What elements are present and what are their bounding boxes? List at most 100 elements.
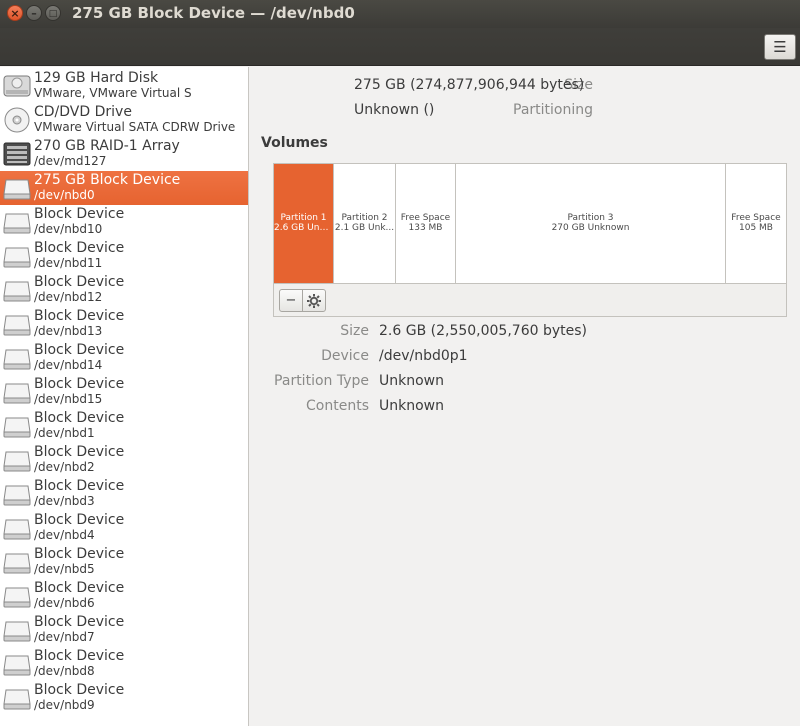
gear-icon xyxy=(307,294,321,308)
sidebar-device-item[interactable]: Block Device/dev/nbd9 xyxy=(0,681,248,715)
partition-device-value: /dev/nbd0p1 xyxy=(379,348,468,364)
volume-segment-size: 2.1 GB Unk... xyxy=(334,223,395,233)
volume-segment-title: Free Space xyxy=(400,213,451,223)
sidebar-device-item[interactable]: Block Device/dev/nbd5 xyxy=(0,545,248,579)
sidebar-device-item[interactable]: Block Device/dev/nbd13 xyxy=(0,307,248,341)
device-name: Block Device xyxy=(34,580,125,596)
sidebar-device-item[interactable]: Block Device/dev/nbd11 xyxy=(0,239,248,273)
device-subtitle: /dev/nbd3 xyxy=(34,494,95,508)
device-subtitle: /dev/nbd11 xyxy=(34,256,103,270)
block-device-icon xyxy=(2,514,32,542)
block-device-icon xyxy=(2,344,32,372)
device-name: 270 GB RAID-1 Array xyxy=(34,138,180,154)
sidebar-device-item[interactable]: Block Device/dev/nbd8 xyxy=(0,647,248,681)
device-name: Block Device xyxy=(34,308,125,324)
partition-type-value: Unknown xyxy=(379,373,444,389)
block-device-icon xyxy=(2,548,32,576)
device-name: 129 GB Hard Disk xyxy=(34,70,159,86)
volumes-title: Volumes xyxy=(261,135,328,151)
raid-array-icon xyxy=(2,140,32,168)
block-device-icon xyxy=(2,378,32,406)
hard-disk-icon xyxy=(2,72,32,100)
delete-partition-button[interactable]: − xyxy=(279,289,303,312)
disk-size-value: 275 GB (274,877,906,944 bytes) xyxy=(354,77,585,93)
device-subtitle: /dev/nbd0 xyxy=(34,188,95,202)
device-name: Block Device xyxy=(34,478,125,494)
optical-drive-icon xyxy=(2,106,32,134)
device-subtitle: /dev/nbd9 xyxy=(34,698,95,712)
device-name: Block Device xyxy=(34,512,125,528)
device-subtitle: /dev/md127 xyxy=(34,154,107,168)
volume-segment[interactable]: Free Space 133 MB xyxy=(396,164,456,283)
sidebar-device-item[interactable]: 270 GB RAID-1 Array/dev/md127 xyxy=(0,137,248,171)
device-name: Block Device xyxy=(34,648,125,664)
hamburger-menu-button[interactable]: ☰ xyxy=(764,34,796,60)
device-name: Block Device xyxy=(34,614,125,630)
sidebar-device-item[interactable]: Block Device/dev/nbd3 xyxy=(0,477,248,511)
sidebar-device-item[interactable]: Block Device/dev/nbd1 xyxy=(0,409,248,443)
volume-segment-size: 133 MB xyxy=(408,223,443,233)
sidebar-device-item[interactable]: Block Device/dev/nbd4 xyxy=(0,511,248,545)
close-window-button[interactable]: × xyxy=(7,5,23,21)
device-name: Block Device xyxy=(34,444,125,460)
device-subtitle: /dev/nbd7 xyxy=(34,630,95,644)
sidebar-device-item[interactable]: Block Device/dev/nbd7 xyxy=(0,613,248,647)
device-subtitle: VMware Virtual SATA CDRW Drive xyxy=(34,120,236,134)
device-subtitle: /dev/nbd10 xyxy=(34,222,103,236)
device-subtitle: /dev/nbd4 xyxy=(34,528,95,542)
volume-toolbar: − xyxy=(273,284,787,317)
volume-segment[interactable]: Partition 1 2.6 GB Unk... xyxy=(274,164,334,283)
block-device-icon xyxy=(2,276,32,304)
device-subtitle: /dev/nbd14 xyxy=(34,358,103,372)
device-name: Block Device xyxy=(34,342,125,358)
sidebar-device-item[interactable]: CD/DVD Drive VMware Virtual SATA CDRW Dri… xyxy=(0,103,248,137)
sidebar-device-item[interactable]: Block Device/dev/nbd14 xyxy=(0,341,248,375)
block-device-icon xyxy=(2,650,32,678)
partition-size-label: Size xyxy=(340,323,369,339)
sidebar-device-item[interactable]: Block Device/dev/nbd2 xyxy=(0,443,248,477)
block-device-icon xyxy=(2,174,32,202)
device-subtitle: /dev/nbd15 xyxy=(34,392,103,406)
minimize-window-button[interactable]: – xyxy=(26,5,42,21)
menu-icon: ☰ xyxy=(773,38,787,56)
volume-segment-title: Partition 1 xyxy=(280,213,327,223)
sidebar-device-item[interactable]: Block Device/dev/nbd10 xyxy=(0,205,248,239)
device-name: Block Device xyxy=(34,240,125,256)
partition-settings-button[interactable] xyxy=(302,289,326,312)
volume-segment[interactable]: Partition 3 270 GB Unknown xyxy=(456,164,726,283)
volume-segment-title: Free Space xyxy=(731,213,781,223)
block-device-icon xyxy=(2,208,32,236)
device-details: Size 275 GB (274,877,906,944 bytes) Part… xyxy=(250,67,800,726)
device-name: CD/DVD Drive xyxy=(34,104,132,120)
sidebar-device-item[interactable]: Block Device/dev/nbd6 xyxy=(0,579,248,613)
device-name: Block Device xyxy=(34,376,125,392)
volumes-map: Partition 1 2.6 GB Unk... Partition 2 2.1 G… xyxy=(273,163,787,284)
volume-segment-size: 270 GB Unknown xyxy=(551,223,630,233)
partition-contents-label: Contents xyxy=(306,398,369,414)
partitioning-label: Partitioning xyxy=(513,102,593,118)
block-device-icon xyxy=(2,616,32,644)
volume-segment[interactable]: Free Space 105 MB xyxy=(726,164,786,283)
header-bar: ☰ xyxy=(0,28,800,66)
sidebar-device-item[interactable]: 275 GB Block Device/dev/nbd0 xyxy=(0,171,248,205)
partitioning-value: Unknown () xyxy=(354,102,435,118)
block-device-icon xyxy=(2,412,32,440)
device-subtitle: /dev/nbd12 xyxy=(34,290,103,304)
block-device-icon xyxy=(2,242,32,270)
device-subtitle: VMware, VMware Virtual S xyxy=(34,86,192,100)
device-name: Block Device xyxy=(34,546,125,562)
volume-segment-size: 2.6 GB Unk... xyxy=(274,223,333,233)
device-subtitle: /dev/nbd1 xyxy=(34,426,95,440)
device-subtitle: /dev/nbd6 xyxy=(34,596,95,610)
block-device-icon xyxy=(2,446,32,474)
device-subtitle: /dev/nbd13 xyxy=(34,324,103,338)
volume-segment-title: Partition 3 xyxy=(567,213,614,223)
sidebar-device-item[interactable]: Block Device/dev/nbd12 xyxy=(0,273,248,307)
maximize-window-button[interactable]: □ xyxy=(45,5,61,21)
partition-size-value: 2.6 GB (2,550,005,760 bytes) xyxy=(379,323,587,339)
sidebar-device-item[interactable]: Block Device/dev/nbd15 xyxy=(0,375,248,409)
sidebar-device-item[interactable]: 129 GB Hard Disk VMware, VMware Virtual S xyxy=(0,69,248,103)
device-name: 275 GB Block Device xyxy=(34,172,181,188)
block-device-icon xyxy=(2,684,32,712)
volume-segment[interactable]: Partition 2 2.1 GB Unk... xyxy=(334,164,396,283)
